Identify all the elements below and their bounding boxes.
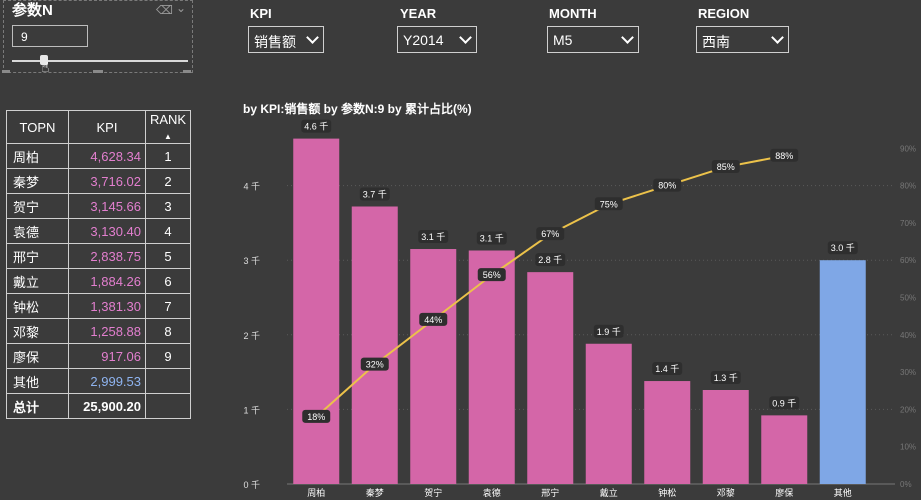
row-kpi: 2,838.75 [68, 243, 146, 269]
chart-title: by KPI:销售额 by 参数N:9 by 累计占比(%) [243, 102, 472, 116]
table-row[interactable]: 邓黎 1,258.88 8 [6, 318, 191, 344]
row-name: 邓黎 [6, 318, 69, 344]
chevron-down-icon [771, 31, 784, 44]
header-rank-label: RANK [149, 112, 187, 127]
row-rank: 2 [145, 168, 191, 194]
row-kpi: 3,145.66 [68, 193, 146, 219]
row-rank [145, 368, 191, 394]
chart-panel [237, 95, 921, 500]
hand-cursor-icon: ☝ [41, 59, 50, 75]
year-dropdown-value: Y2014 [403, 32, 444, 48]
header-rank[interactable]: RANK ▲ [145, 110, 191, 144]
row-kpi: 917.06 [68, 343, 146, 369]
row-name: 钟松 [6, 293, 69, 319]
total-rank [145, 393, 191, 419]
chevron-down-icon [621, 31, 634, 44]
row-kpi: 3,130.40 [68, 218, 146, 244]
total-value: 25,900.20 [68, 393, 146, 419]
row-name: 袁德 [6, 218, 69, 244]
sort-ascending-icon: ▲ [164, 132, 172, 141]
row-rank: 5 [145, 243, 191, 269]
param-value-input[interactable]: 9 [12, 25, 88, 47]
table-row[interactable]: 周柏 4,628.34 1 [6, 143, 191, 169]
table-total-row: 总计 25,900.20 [6, 393, 191, 419]
param-slider-track[interactable] [12, 60, 188, 62]
kpi-dropdown-value: 销售额 [254, 34, 296, 50]
row-kpi: 2,999.53 [68, 368, 146, 394]
table-row[interactable]: 钟松 1,381.30 7 [6, 293, 191, 319]
month-dropdown[interactable]: M5 [547, 26, 639, 53]
chevron-down-icon[interactable]: ⌄ [176, 1, 186, 15]
total-label: 总计 [6, 393, 69, 419]
header-topn[interactable]: TOPN [6, 110, 69, 144]
region-dropdown[interactable]: 西南 [696, 26, 789, 53]
row-rank: 1 [145, 143, 191, 169]
table-row[interactable]: 廖保 917.06 9 [6, 343, 191, 369]
table-row[interactable]: 袁德 3,130.40 4 [6, 218, 191, 244]
month-filter-label: MONTH [549, 6, 597, 21]
row-rank: 8 [145, 318, 191, 344]
region-filter-label: REGION [698, 6, 750, 21]
kpi-table-panel: TOPN KPI RANK ▲ 周柏 4,628.34 1 秦梦 3,716.02 2 贺宁 3… [0, 95, 225, 500]
table-header-row: TOPN KPI RANK ▲ [6, 110, 191, 144]
row-rank: 4 [145, 218, 191, 244]
row-name: 周柏 [6, 143, 69, 169]
row-name: 廖保 [6, 343, 69, 369]
row-rank: 7 [145, 293, 191, 319]
table-row[interactable]: 秦梦 3,716.02 2 [6, 168, 191, 194]
resize-handle[interactable] [183, 70, 191, 73]
month-dropdown-value: M5 [553, 32, 573, 48]
row-kpi: 3,716.02 [68, 168, 146, 194]
row-name: 贺宁 [6, 193, 69, 219]
chevron-down-icon [459, 31, 472, 44]
table-row[interactable]: 戴立 1,884.26 6 [6, 268, 191, 294]
row-kpi: 1,381.30 [68, 293, 146, 319]
param-title: 参数N [12, 2, 53, 19]
resize-handle[interactable] [93, 70, 103, 73]
row-kpi: 1,258.88 [68, 318, 146, 344]
row-kpi: 4,628.34 [68, 143, 146, 169]
year-dropdown[interactable]: Y2014 [397, 26, 477, 53]
param-slicer[interactable]: 参数N ⌫ ⌄ 9 ☝ [3, 0, 193, 75]
row-rank: 3 [145, 193, 191, 219]
header-kpi[interactable]: KPI [68, 110, 146, 144]
table-row[interactable]: 其他 2,999.53 [6, 368, 191, 394]
table-row[interactable]: 贺宁 3,145.66 3 [6, 193, 191, 219]
filter-bar: 参数N ⌫ ⌄ 9 ☝ KPI 销售额 YEAR Y2014 MONTH M5 … [0, 0, 921, 78]
table-row[interactable]: 邢宁 2,838.75 5 [6, 243, 191, 269]
chevron-down-icon [306, 31, 319, 44]
year-filter-label: YEAR [400, 6, 437, 21]
region-dropdown-value: 西南 [702, 34, 730, 50]
kpi-dropdown[interactable]: 销售额 [248, 26, 324, 53]
row-kpi: 1,884.26 [68, 268, 146, 294]
row-name: 秦梦 [6, 168, 69, 194]
kpi-filter-label: KPI [250, 6, 272, 21]
row-name: 邢宁 [6, 243, 69, 269]
row-rank: 9 [145, 343, 191, 369]
row-name: 戴立 [6, 268, 69, 294]
row-rank: 6 [145, 268, 191, 294]
resize-handle[interactable] [2, 70, 10, 73]
row-name: 其他 [6, 368, 69, 394]
eraser-icon[interactable]: ⌫ [156, 3, 173, 17]
kpi-table: TOPN KPI RANK ▲ 周柏 4,628.34 1 秦梦 3,716.02 2 贺宁 3… [6, 110, 191, 419]
